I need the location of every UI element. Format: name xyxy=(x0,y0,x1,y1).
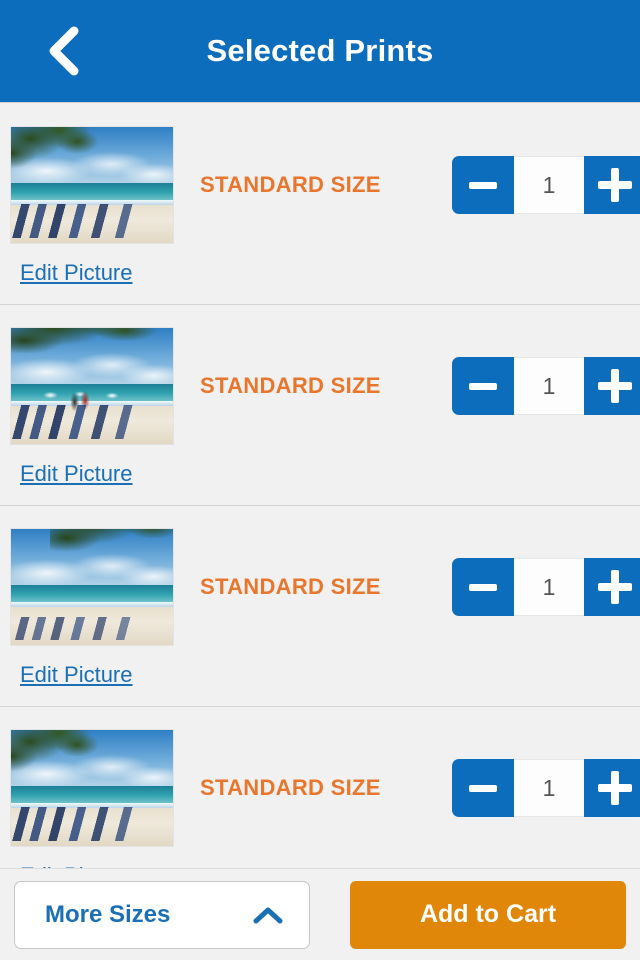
minus-icon xyxy=(469,382,497,390)
chevron-left-icon xyxy=(49,26,79,76)
table-row: STANDARD SIZE 1 Edit Picture xyxy=(0,506,640,707)
print-list: STANDARD SIZE 1 Edit Picture STANDARD SI… xyxy=(0,104,640,960)
quantity-value[interactable]: 1 xyxy=(514,759,584,817)
more-sizes-button[interactable]: More Sizes xyxy=(14,880,310,949)
plus-icon xyxy=(598,369,632,403)
bottom-action-bar: More Sizes Add to Cart xyxy=(0,868,640,960)
print-thumbnail[interactable] xyxy=(10,327,174,445)
plus-icon xyxy=(598,771,632,805)
more-sizes-label: More Sizes xyxy=(45,900,171,928)
print-thumbnail[interactable] xyxy=(10,528,174,646)
minus-icon xyxy=(469,181,497,189)
print-size-label: STANDARD SIZE xyxy=(200,775,381,800)
increase-quantity-button[interactable] xyxy=(584,558,640,616)
quantity-stepper: 1 xyxy=(452,156,640,214)
page-title: Selected Prints xyxy=(206,33,434,68)
edit-picture-link[interactable]: Edit Picture xyxy=(20,662,133,688)
decrease-quantity-button[interactable] xyxy=(452,156,514,214)
plus-icon xyxy=(598,168,632,202)
quantity-value[interactable]: 1 xyxy=(514,156,584,214)
decrease-quantity-button[interactable] xyxy=(452,357,514,415)
edit-picture-link[interactable]: Edit Picture xyxy=(20,461,133,487)
quantity-stepper: 1 xyxy=(452,558,640,616)
beach-photo-icon xyxy=(11,127,173,243)
print-thumbnail[interactable] xyxy=(10,729,174,847)
minus-icon xyxy=(469,583,497,591)
back-button[interactable] xyxy=(32,20,94,82)
increase-quantity-button[interactable] xyxy=(584,156,640,214)
print-size-label: STANDARD SIZE xyxy=(200,172,381,197)
increase-quantity-button[interactable] xyxy=(584,759,640,817)
beach-photo-icon xyxy=(11,730,173,846)
beach-photo-icon xyxy=(11,529,173,645)
chevron-up-icon xyxy=(253,907,283,923)
print-size-label: STANDARD SIZE xyxy=(200,574,381,599)
increase-quantity-button[interactable] xyxy=(584,357,640,415)
add-to-cart-button[interactable]: Add to Cart xyxy=(350,880,626,949)
table-row: STANDARD SIZE 1 Edit Picture xyxy=(0,104,640,305)
minus-icon xyxy=(469,784,497,792)
quantity-value[interactable]: 1 xyxy=(514,357,584,415)
decrease-quantity-button[interactable] xyxy=(452,558,514,616)
print-size-label: STANDARD SIZE xyxy=(200,373,381,398)
edit-picture-link[interactable]: Edit Picture xyxy=(20,260,133,286)
beach-photo-icon xyxy=(11,328,173,444)
quantity-stepper: 1 xyxy=(452,759,640,817)
plus-icon xyxy=(598,570,632,604)
quantity-value[interactable]: 1 xyxy=(514,558,584,616)
table-row: STANDARD SIZE 1 Edit Picture xyxy=(0,305,640,506)
quantity-stepper: 1 xyxy=(452,357,640,415)
app-header: Selected Prints xyxy=(0,0,640,103)
decrease-quantity-button[interactable] xyxy=(452,759,514,817)
print-thumbnail[interactable] xyxy=(10,126,174,244)
